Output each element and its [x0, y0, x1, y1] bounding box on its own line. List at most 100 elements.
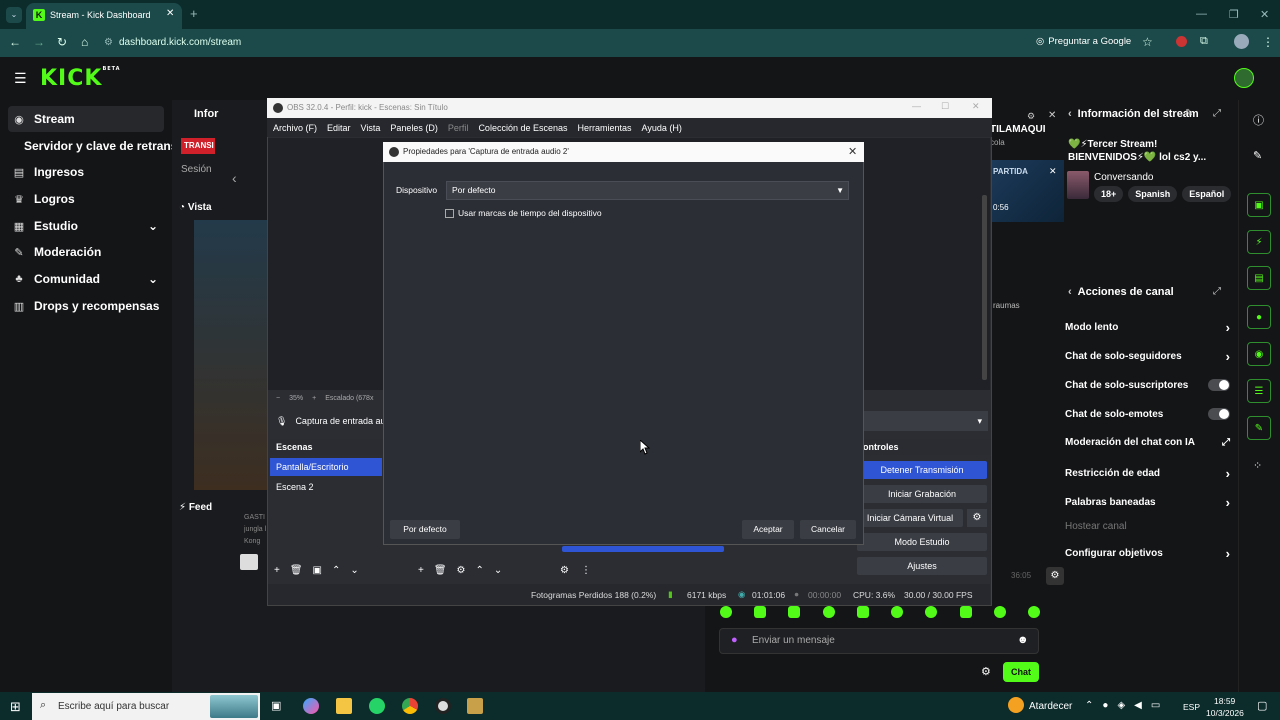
rail-wrench-icon[interactable]: ✎ [1247, 416, 1271, 440]
trash-icon[interactable]: 🗑 [290, 565, 303, 576]
rail-chat-icon[interactable]: ● [1247, 305, 1271, 329]
zoom-in-icon[interactable]: + [312, 395, 316, 402]
rail-list-icon[interactable]: ☰ [1247, 379, 1271, 403]
add-icon[interactable]: + [274, 565, 280, 576]
mixer-volume-slider[interactable] [562, 546, 724, 552]
back-icon[interactable]: ← [9, 35, 21, 49]
kick-logo[interactable]: KICKBETA [40, 66, 121, 91]
bookmark-star-icon[interactable]: ☆ [1142, 35, 1153, 49]
chevron-left-icon[interactable]: ‹ [1068, 108, 1072, 120]
sidebar-item-logros[interactable]: ♛ Logros [8, 186, 164, 212]
defaults-button[interactable]: Por defecto [390, 520, 460, 539]
tag[interactable]: Spanish [1128, 186, 1178, 202]
browser-tab[interactable]: K Stream - Kick Dashboard ✕ [26, 3, 182, 29]
menu-archivo[interactable]: Archivo (F) [273, 123, 317, 133]
mic-icon[interactable]: ● [1102, 700, 1108, 711]
volume-icon[interactable]: ◀ [1134, 700, 1142, 711]
feed-chat-icon[interactable] [240, 554, 258, 570]
chat-send-button[interactable]: Chat [1003, 662, 1039, 682]
ok-button[interactable]: Aceptar [742, 520, 794, 539]
banner-close-icon[interactable]: ✕ [1049, 166, 1057, 177]
trash-icon[interactable]: 🗑 [434, 565, 447, 576]
file-explorer-icon[interactable] [336, 698, 352, 714]
obs-taskbar-icon[interactable] [435, 698, 451, 714]
info-icon[interactable]: ⓘ [1253, 112, 1264, 128]
emoji-picker-icon[interactable]: ☻ [1017, 634, 1029, 646]
site-info-icon[interactable]: ⚙ [104, 37, 113, 48]
emote-icon[interactable] [891, 606, 904, 618]
emote-icon[interactable] [959, 606, 972, 618]
source-dropdown[interactable]: ▾ [864, 411, 988, 431]
stop-streaming-button[interactable]: Detener Transmisión [857, 461, 987, 479]
language-indicator[interactable]: ESP [1183, 702, 1200, 712]
cancel-button[interactable]: Cancelar [800, 520, 856, 539]
toggle-switch[interactable] [1208, 408, 1230, 420]
league-icon[interactable] [467, 698, 483, 714]
obs-preview-scrollbar[interactable] [982, 195, 987, 380]
timestamp-checkbox-label[interactable]: Usar marcas de tiempo del dispositivo [458, 208, 602, 218]
extensions-puzzle-icon[interactable]: ⧉ [1200, 35, 1208, 48]
start-recording-button[interactable]: Iniciar Grabación [857, 485, 987, 503]
clock-time[interactable]: 18:59 [1214, 696, 1235, 706]
new-tab-button[interactable]: + [190, 6, 198, 21]
tag[interactable]: 18+ [1094, 186, 1124, 202]
menu-vista[interactable]: Vista [361, 123, 381, 133]
tab-close-icon[interactable]: ✕ [166, 8, 174, 19]
emote-icon[interactable] [925, 606, 938, 618]
gear-icon[interactable]: ⚙ [560, 565, 569, 576]
minimize-window-button[interactable]: — [1196, 8, 1207, 20]
arrow-down-icon[interactable]: ⌄ [494, 565, 502, 576]
copilot-icon[interactable] [303, 698, 319, 714]
action-solo-suscriptores[interactable]: Chat de solo-suscriptores [1065, 379, 1230, 391]
sidebar-item-drops[interactable]: ▥ Drops y recompensas [8, 293, 164, 319]
home-icon[interactable]: ⌂ [81, 35, 88, 49]
menu-herramientas[interactable]: Herramientas [578, 123, 632, 133]
user-avatar[interactable] [1234, 68, 1254, 88]
pencil-icon[interactable]: ✎ [1253, 149, 1262, 162]
network-icon[interactable]: ◈ [1117, 700, 1125, 711]
menu-coleccion-escenas[interactable]: Colección de Escenas [478, 123, 567, 133]
popout-icon[interactable]: ⤢ [1213, 286, 1221, 297]
chrome-icon[interactable] [402, 698, 418, 714]
profile-avatar[interactable] [1234, 34, 1249, 49]
chevron-left-icon[interactable]: ‹ [1068, 286, 1072, 298]
action-configurar-objetivos[interactable]: Configurar objetivos › [1065, 546, 1230, 561]
rail-broadcast-icon[interactable]: ◉ [1247, 342, 1271, 366]
chat-gear-icon[interactable]: ⚙ [1046, 567, 1064, 585]
edit-stream-icon[interactable]: ✎ [1185, 108, 1193, 119]
weather-label[interactable]: Atardecer [1029, 701, 1072, 712]
microphone-icon[interactable]: ● [731, 634, 738, 646]
filter-icon[interactable]: ▣ [313, 565, 322, 576]
gear-icon[interactable]: ⚙ [457, 565, 466, 576]
studio-mode-button[interactable]: Modo Estudio [857, 533, 987, 551]
arrow-up-icon[interactable]: ⌃ [332, 565, 340, 576]
chat-close-icon[interactable]: ✕ [1048, 110, 1056, 121]
battery-icon[interactable]: ▭ [1151, 700, 1160, 711]
hamburger-menu-icon[interactable]: ☰ [14, 70, 27, 87]
start-virtual-camera-button[interactable]: Iniciar Cámara Virtual [857, 509, 963, 527]
notifications-icon[interactable]: ▢ [1257, 699, 1267, 712]
device-select[interactable]: Por defecto ▼ [446, 181, 849, 200]
action-palabras-baneadas[interactable]: Palabras baneadas › [1065, 495, 1230, 510]
ask-google-button[interactable]: ◎ Preguntar a Google [1036, 36, 1131, 47]
collapse-arrow-icon[interactable]: ‹ [232, 170, 237, 186]
scene-item[interactable]: Escena 2 [270, 478, 382, 496]
sidebar-item-moderacion[interactable]: ✎ Moderación [8, 239, 164, 265]
clock-date[interactable]: 10/3/2026 [1206, 708, 1244, 718]
rail-apps-icon[interactable]: ⁘ [1253, 459, 1262, 472]
toggle-switch[interactable] [1208, 379, 1230, 391]
virtual-camera-settings-icon[interactable]: ⚙ [967, 509, 987, 527]
emote-icon[interactable] [754, 606, 767, 618]
rail-document-icon[interactable]: ▤ [1247, 266, 1271, 290]
close-window-button[interactable]: ✕ [1260, 8, 1269, 21]
menu-perfil[interactable]: Perfil [448, 123, 469, 133]
chat-message-input[interactable]: Enviar un mensaje [719, 628, 1039, 654]
sidebar-item-server-key[interactable]: Servidor y clave de retransm [20, 133, 172, 159]
rail-clip-icon[interactable]: ▣ [1247, 193, 1271, 217]
rail-lightning-icon[interactable]: ⚡ [1247, 230, 1271, 254]
obs-close-button[interactable]: ✕ [972, 101, 980, 112]
emote-icon[interactable] [720, 606, 732, 618]
emote-icon[interactable] [856, 606, 869, 618]
chevron-up-icon[interactable]: ⌃ [1085, 700, 1093, 711]
add-icon[interactable]: + [418, 565, 424, 576]
